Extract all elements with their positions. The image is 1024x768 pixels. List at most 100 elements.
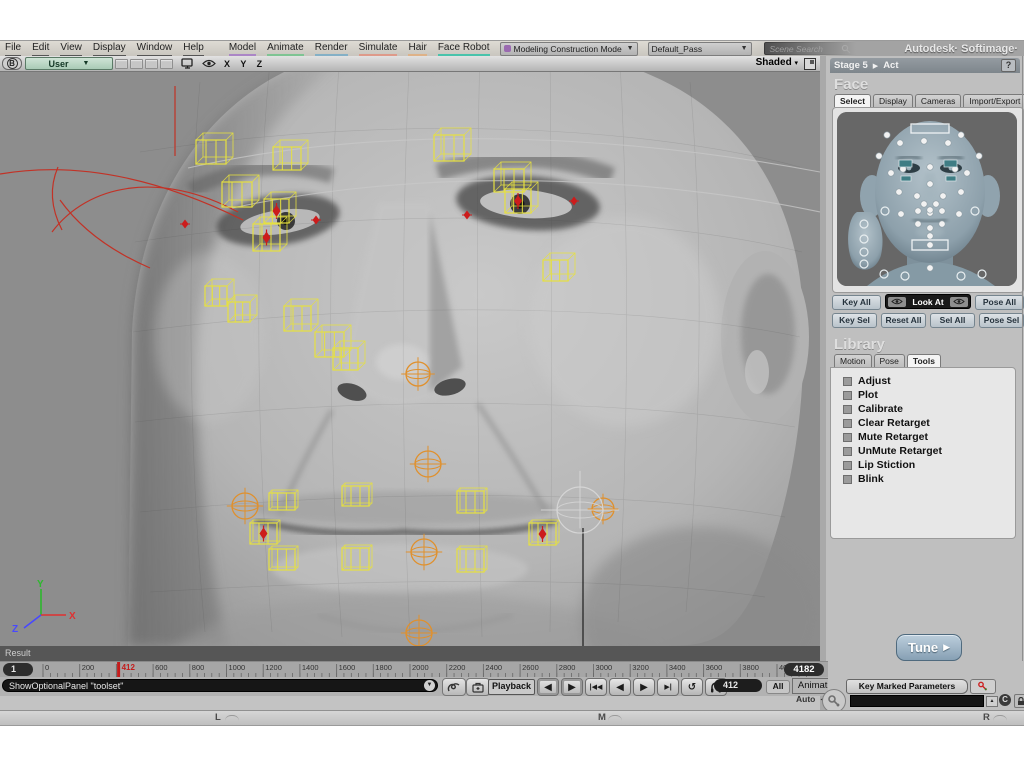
- menu-item-view[interactable]: View: [60, 42, 82, 56]
- viewport-maximize-icon[interactable]: [804, 58, 816, 70]
- face-map-ring[interactable]: [881, 207, 889, 215]
- tab-display[interactable]: Display: [873, 94, 913, 107]
- face-map-dot[interactable]: [898, 211, 904, 217]
- menu-item-window[interactable]: Window: [137, 42, 173, 56]
- control-box[interactable]: [342, 483, 372, 506]
- face-map-dot[interactable]: [939, 208, 945, 214]
- menu-item-simulate[interactable]: Simulate: [359, 42, 398, 56]
- pass-dropdown[interactable]: Default_Pass ▼: [648, 42, 752, 56]
- menu-item-face-robot[interactable]: Face Robot: [438, 42, 490, 56]
- face-map-dot[interactable]: [876, 153, 882, 159]
- frame-step-forward-button[interactable]: ▶: [561, 678, 583, 696]
- control-box[interactable]: [457, 488, 487, 513]
- play-forward-button[interactable]: ▶: [633, 678, 655, 696]
- rotate-gizmo[interactable]: [401, 357, 435, 391]
- control-box[interactable]: [529, 520, 559, 545]
- library-tab-motion[interactable]: Motion: [834, 354, 872, 367]
- axis-filter-buttons[interactable]: X Y Z: [224, 59, 266, 69]
- face-map-controls[interactable]: [837, 112, 1017, 286]
- face-map-ring[interactable]: [880, 270, 888, 278]
- menu-item-hair[interactable]: Hair: [408, 42, 426, 56]
- face-map-eyelid-control[interactable]: [946, 176, 956, 181]
- face-map-dot[interactable]: [921, 138, 927, 144]
- face-map-dot[interactable]: [915, 221, 921, 227]
- reset-all-button[interactable]: Reset All: [881, 313, 926, 328]
- face-map-ring[interactable]: [957, 272, 965, 280]
- go-to-first-frame-button[interactable]: |◀◀: [585, 678, 607, 696]
- lock-icon[interactable]: [1014, 694, 1024, 708]
- rotate-gizmo[interactable]: [406, 534, 442, 570]
- face-map-dot[interactable]: [927, 181, 933, 187]
- face-map-dot[interactable]: [914, 193, 920, 199]
- face-map-ring[interactable]: [860, 235, 868, 243]
- red-dot-marker[interactable]: [180, 220, 190, 229]
- face-map-dot[interactable]: [927, 164, 933, 170]
- library-item-unmute-retarget[interactable]: UnMute Retarget: [831, 444, 1015, 458]
- viewport-camera-dropdown[interactable]: User ▼: [25, 57, 113, 70]
- face-map-dot[interactable]: [884, 132, 890, 138]
- open-toolbox-icon[interactable]: [466, 678, 490, 696]
- command-history-icon[interactable]: ▼: [424, 680, 435, 691]
- menu-item-help[interactable]: Help: [183, 42, 204, 56]
- face-map-dot[interactable]: [958, 189, 964, 195]
- face-map-dot[interactable]: [958, 132, 964, 138]
- tab-cameras[interactable]: Cameras: [915, 94, 961, 107]
- control-box[interactable]: [264, 192, 296, 223]
- face-map-dot[interactable]: [939, 221, 945, 227]
- look-at-label[interactable]: Look At: [912, 297, 943, 307]
- tab-import-export[interactable]: Import/Export: [963, 94, 1024, 107]
- menu-item-model[interactable]: Model: [229, 42, 256, 56]
- white-target-gizmo[interactable]: [541, 471, 619, 533]
- control-box[interactable]: [269, 546, 298, 570]
- timeline-end-frame[interactable]: 4182: [784, 663, 824, 676]
- face-map-dot[interactable]: [945, 140, 951, 146]
- face-map-dot[interactable]: [888, 170, 894, 176]
- face-map[interactable]: [837, 112, 1017, 286]
- library-item-lip-stiction[interactable]: Lip Stiction: [831, 458, 1015, 472]
- control-box[interactable]: [196, 133, 233, 164]
- face-map-dot[interactable]: [927, 225, 933, 231]
- tab-select[interactable]: Select: [834, 94, 871, 107]
- face-map-dot[interactable]: [927, 242, 933, 248]
- face-map-eyelid-control[interactable]: [944, 160, 957, 167]
- construction-mode-dropdown[interactable]: Modeling Construction Mode ▼: [500, 42, 638, 56]
- control-box[interactable]: [273, 140, 308, 170]
- menu-item-display[interactable]: Display: [93, 42, 126, 56]
- control-box[interactable]: [222, 175, 259, 207]
- command-line-input[interactable]: ShowOptionalPanel "toolset": [2, 679, 438, 692]
- face-map-dot[interactable]: [933, 201, 939, 207]
- cycle-icon[interactable]: C: [999, 694, 1011, 706]
- library-item-calibrate[interactable]: Calibrate: [831, 402, 1015, 416]
- control-box[interactable]: [250, 520, 280, 544]
- face-map-dot[interactable]: [956, 211, 962, 217]
- face-map-ring[interactable]: [860, 248, 868, 256]
- timeline-start-frame[interactable]: 1: [3, 663, 33, 676]
- menu-item-animate[interactable]: Animate: [267, 42, 304, 56]
- rotate-gizmo[interactable]: [401, 615, 437, 646]
- timeline-ruler[interactable]: 0200600800100012001400160018002000220024…: [0, 662, 828, 678]
- face-map-eyelid-control[interactable]: [901, 176, 911, 181]
- look-at-right-eye-icon[interactable]: [950, 297, 968, 307]
- face-map-dot[interactable]: [964, 170, 970, 176]
- memo-cam-2[interactable]: [130, 59, 143, 69]
- library-item-mute-retarget[interactable]: Mute Retarget: [831, 430, 1015, 444]
- viewport-b-button[interactable]: B: [2, 57, 22, 70]
- control-box[interactable]: [505, 182, 538, 213]
- face-map-dot[interactable]: [897, 140, 903, 146]
- key-all-button[interactable]: Key All: [832, 295, 881, 310]
- look-at-left-eye-icon[interactable]: [888, 297, 906, 307]
- script-editor-icon[interactable]: [442, 678, 466, 696]
- timeline[interactable]: 0200600800100012001400160018002000220024…: [0, 661, 828, 678]
- face-map-ring[interactable]: [860, 260, 868, 268]
- face-map-dot[interactable]: [915, 208, 921, 214]
- memo-cam-4[interactable]: [160, 59, 173, 69]
- stage-bar[interactable]: Stage 5 ▶ Act ?: [830, 58, 1020, 73]
- red-dot-marker[interactable]: [569, 197, 579, 206]
- all-button[interactable]: All: [766, 680, 790, 694]
- library-item-plot[interactable]: Plot: [831, 388, 1015, 402]
- red-dot-marker[interactable]: [462, 211, 472, 220]
- display-mode-dropdown[interactable]: Shaded ▾: [756, 57, 798, 68]
- control-box[interactable]: [253, 217, 287, 251]
- loop-playback-button[interactable]: ↺: [681, 678, 703, 696]
- menu-item-edit[interactable]: Edit: [32, 42, 49, 56]
